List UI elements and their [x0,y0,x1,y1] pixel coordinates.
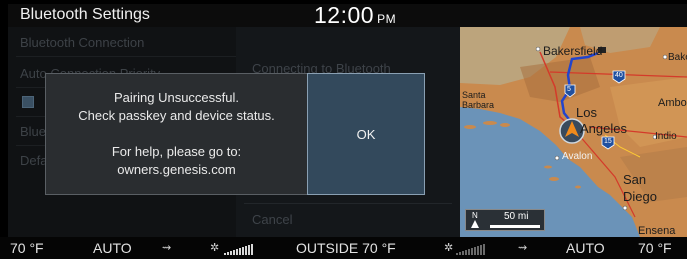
menu-item-bluetooth[interactable]: Blue [20,124,46,139]
climate-bar: 70 °F AUTO ⇝ ✲ OUTSIDE 70 °F ✲ ⇝ AUTO 70… [0,237,687,259]
cancel-button[interactable]: Cancel [252,212,292,227]
highway-shield-15: 15 [604,138,612,145]
rear-fan-icon[interactable]: ✲ [444,241,453,254]
map-label-santa: Santa [462,90,486,100]
map-graphic [460,27,687,237]
map-label-diego: Diego [623,189,657,204]
north-label: N [472,211,478,220]
map-label-bake: Bake [668,52,687,63]
passenger-airflow-icon[interactable]: ⇝ [518,241,527,254]
map-label-bakersfield: Bakersfield [543,44,603,58]
fan-icon[interactable]: ✲ [210,241,219,254]
clock-ampm: PM [377,12,397,26]
rear-fan-speed-bars[interactable] [456,244,485,255]
outside-temp: OUTSIDE 70 °F [296,240,396,256]
page-title: Bluetooth Settings [20,6,150,23]
fan-speed-bars[interactable] [224,244,253,255]
highway-shield-5: 5 [567,86,571,93]
menu-item-default[interactable]: Defa [20,153,47,168]
map-label-ambo: Ambo [658,97,687,109]
passenger-temp[interactable]: 70 °F [638,240,672,256]
menu-item-bluetooth-connection[interactable]: Bluetooth Connection [20,35,144,50]
navigation-map[interactable]: Bakersfield Bake Santa Barbara Ambo Los … [460,27,687,237]
map-label-avalon: Avalon [562,151,593,162]
map-scale: N 50 mi [465,209,545,231]
clock: 12:00 PM [314,2,396,29]
pairing-error-dialog: Pairing Unsuccessful. Check passkey and … [45,73,425,195]
ok-button[interactable]: OK [307,73,425,195]
map-label-ensena: Ensena [638,225,676,237]
airflow-icon[interactable]: ⇝ [162,241,171,254]
status-bar: Bluetooth Settings 12:00 PM [8,2,687,29]
map-label-san: San [623,172,647,187]
north-arrow-icon [471,220,479,228]
clock-time: 12:00 [314,2,375,28]
dialog-line-4: owners.genesis.com [117,162,236,177]
map-label-angeles: Angeles [580,121,627,136]
driver-auto-mode[interactable]: AUTO [93,240,132,256]
map-label-indio: Indio [655,131,677,142]
dialog-line-3: For help, please go to: [111,144,242,159]
passenger-auto-mode[interactable]: AUTO [566,240,605,256]
ok-button-label: OK [356,126,376,142]
setting-checkbox[interactable] [22,96,34,108]
dialog-message: Pairing Unsuccessful. Check passkey and … [46,74,307,194]
dialog-line-1: Pairing Unsuccessful. [114,90,239,105]
map-label-los: Los [576,105,597,120]
driver-temp[interactable]: 70 °F [10,240,44,256]
menu-divider [16,56,240,57]
pane-divider [244,203,452,204]
scale-bar [490,225,540,228]
highway-shield-40: 40 [615,72,623,79]
dialog-line-2: Check passkey and device status. [78,108,275,123]
scale-distance: 50 mi [504,211,529,222]
map-label-barbara: Barbara [462,100,495,110]
